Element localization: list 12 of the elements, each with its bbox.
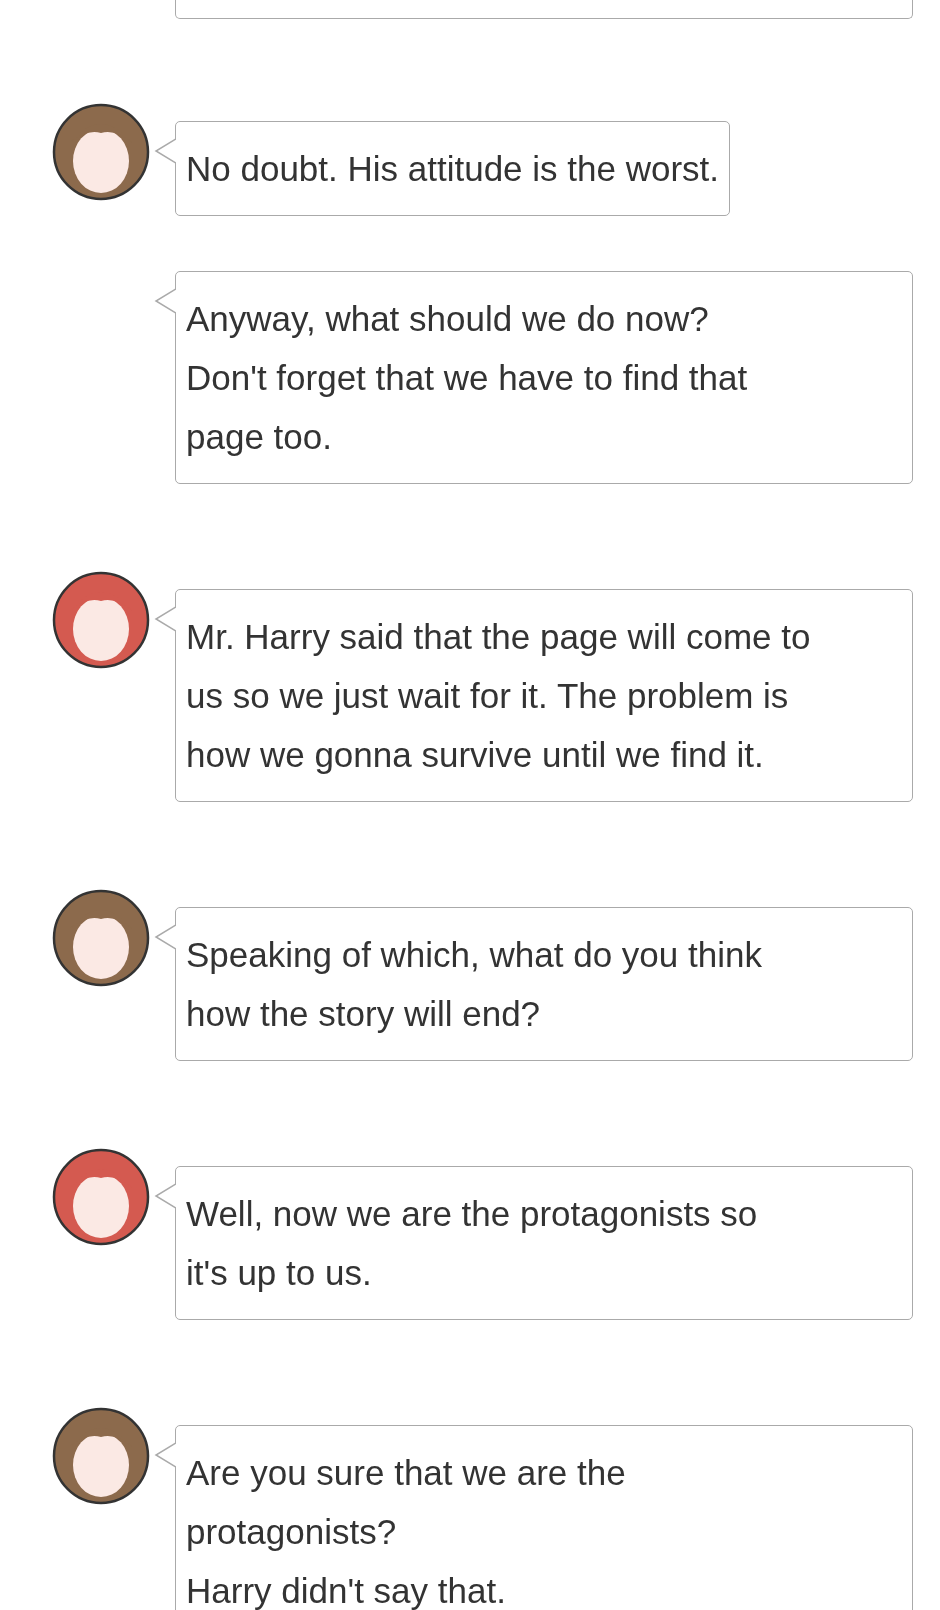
bubble-tail (154, 605, 176, 633)
bubble-tail (154, 1441, 176, 1469)
speech-bubble: Well, now we are the protagonists so it's up to us. (175, 1166, 913, 1320)
speech-bubble: No doubt. His attitude is the worst. (175, 121, 731, 216)
bubble-tail (154, 1182, 176, 1210)
speech-bubble: Speaking of which, what do you think how the story will end? (175, 907, 913, 1061)
bubble-tail (154, 287, 176, 315)
speech-bubble: Anyway, what should we do now? Don't forget that we have to find that page too. (175, 271, 913, 484)
bubble-tail (154, 137, 176, 165)
bubble-tail (154, 923, 176, 951)
speech-bubble: Are you sure that we are the protagonists? Harry didn't say that. (175, 1425, 913, 1610)
speech-bubble: Mr. Harry said that the page will come to us so we just wait for it. The problem is how we gonna survive until we find it. (175, 589, 913, 802)
